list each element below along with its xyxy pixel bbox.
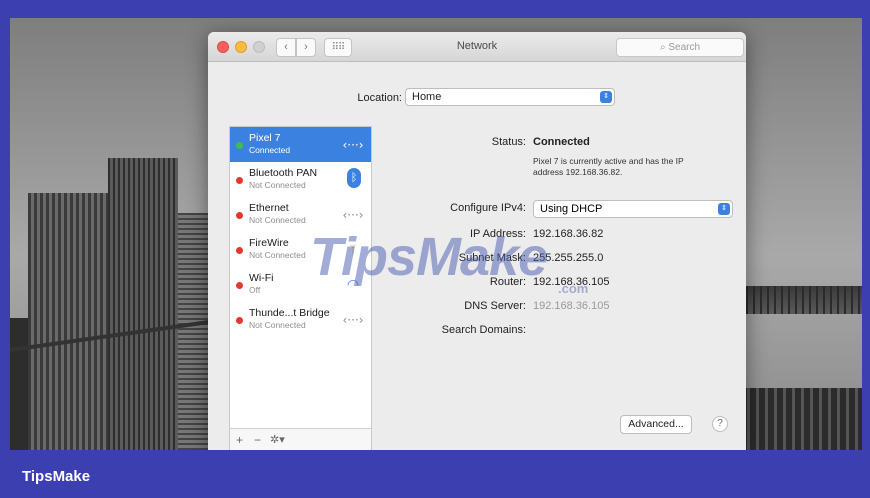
- location-row: Location: Home ⇕: [208, 88, 746, 108]
- updown-arrows-icon: ⇕: [718, 203, 730, 215]
- status-value: Connected: [533, 136, 590, 148]
- status-dot-red: [236, 177, 243, 184]
- search-domains-label: Search Domains:: [441, 324, 526, 336]
- advanced-button[interactable]: Advanced...: [620, 415, 692, 434]
- bluetooth-icon: ᛒ: [347, 168, 361, 188]
- search-placeholder: Search: [668, 42, 701, 53]
- dns-server-label: DNS Server:: [464, 300, 526, 312]
- status-dot-green: [236, 142, 243, 149]
- watermark-suffix: .com: [558, 281, 589, 296]
- title-bar: ‹ › ⠿⠿ Network ⌕ Search: [208, 32, 746, 62]
- status-row: Status: Connected: [378, 136, 736, 152]
- service-pixel-7[interactable]: Pixel 7 Connected ‹···›: [230, 127, 371, 162]
- ethernet-arrows-icon: ‹···›: [342, 313, 364, 327]
- city-skyline: [732, 388, 862, 450]
- configure-ipv4-label: Configure IPv4:: [450, 202, 526, 214]
- service-bluetooth-pan[interactable]: Bluetooth PAN Not Connected ᛒ: [230, 162, 371, 197]
- remove-service-button[interactable]: −: [254, 433, 261, 447]
- location-value: Home: [412, 91, 442, 103]
- help-button[interactable]: ?: [712, 416, 728, 432]
- add-service-button[interactable]: +: [236, 433, 243, 447]
- status-label: Status:: [491, 136, 526, 148]
- configure-ipv4-select[interactable]: Using DHCP ⇕: [533, 200, 733, 218]
- configure-ipv4-row: Configure IPv4: Using DHCP ⇕: [378, 200, 736, 218]
- ethernet-arrows-icon: ‹···›: [342, 208, 364, 222]
- updown-arrows-icon: ⇕: [600, 91, 612, 103]
- dns-server-value: 192.168.36.105: [533, 300, 610, 312]
- search-field[interactable]: ⌕ Search: [616, 38, 744, 57]
- building-verizon: [108, 158, 178, 450]
- status-dot-red: [236, 317, 243, 324]
- watermark: TipsMake: [310, 227, 548, 287]
- status-dot-red: [236, 247, 243, 254]
- status-dot-red: [236, 282, 243, 289]
- service-list-toolbar: + − ✲▾: [229, 428, 372, 450]
- footer-brand: TipsMake: [22, 468, 91, 485]
- service-thunderbolt-bridge[interactable]: Thunde...t Bridge Not Connected ‹···›: [230, 302, 371, 337]
- background-photo: ‹ › ⠿⠿ Network ⌕ Search Location: Home ⇕…: [10, 18, 862, 450]
- status-note: Pixel 7 is currently active and has the …: [533, 156, 684, 177]
- bridge: [732, 286, 862, 314]
- configure-ipv4-value: Using DHCP: [540, 203, 603, 215]
- status-dot-red: [236, 212, 243, 219]
- gear-icon[interactable]: ✲▾: [270, 433, 285, 446]
- search-domains-row: Search Domains:: [378, 324, 736, 340]
- ethernet-arrows-icon: ‹···›: [342, 138, 364, 152]
- location-label: Location:: [357, 92, 402, 104]
- location-select[interactable]: Home ⇕: [405, 88, 615, 106]
- dns-server-row: DNS Server: 192.168.36.105: [378, 300, 736, 316]
- building: [178, 213, 208, 450]
- service-list[interactable]: Pixel 7 Connected ‹···› Bluetooth PAN No…: [229, 126, 372, 450]
- building: [28, 193, 108, 450]
